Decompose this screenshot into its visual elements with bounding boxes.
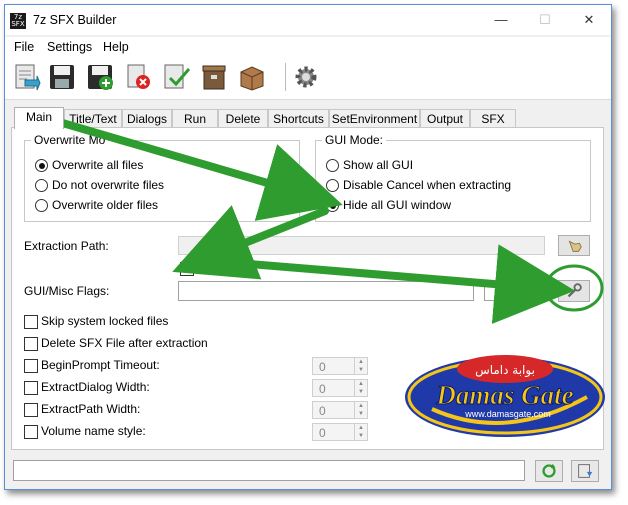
arrow-to-flags-button [246,244,575,324]
tab-main[interactable]: Main [14,107,64,129]
annotation-arrows [38,113,575,324]
highlight-circle [544,264,604,312]
annotation-overlay [38,113,604,324]
arrow-to-tempmode [172,205,329,280]
arrow-to-hide-gui [38,113,343,221]
